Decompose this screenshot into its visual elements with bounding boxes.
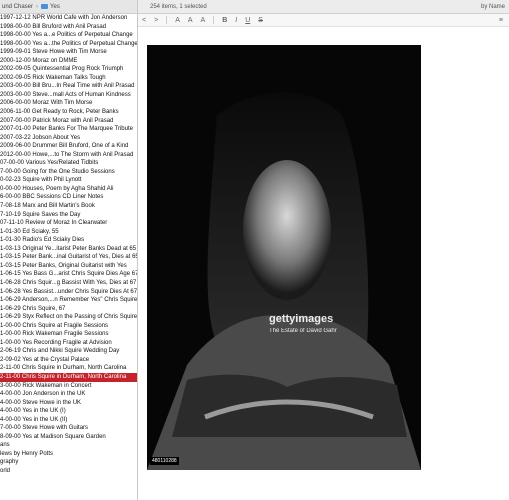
back-button[interactable]: < xyxy=(142,17,146,24)
list-item[interactable]: 2006-11-00 Get Ready to Rock, Peter Bank… xyxy=(0,108,137,117)
list-item[interactable]: 1998-00-00 Bill Bruford with Anil Prasad xyxy=(0,23,137,32)
list-item[interactable]: orld xyxy=(0,467,137,476)
font-size-large-button[interactable]: A xyxy=(201,17,206,24)
toolbar-divider xyxy=(166,16,168,24)
list-item[interactable]: 1-06-28 Chris Squir...g Bassist With Yes… xyxy=(0,279,137,288)
list-item[interactable]: lews by Henry Potts xyxy=(0,450,137,459)
list-item[interactable]: 07-00-00 Various Yes/Related Tidbits xyxy=(0,159,137,168)
list-item[interactable]: 4-00-00 Jon Anderson in the UK xyxy=(0,390,137,399)
list-item[interactable]: 2009-06-00 Drummer Bill Bruford, One of … xyxy=(0,142,137,151)
list-item[interactable]: 2003-00-00 Steve...mall Acts of Human Ki… xyxy=(0,91,137,100)
list-item[interactable]: 4-00-00 Yes in the UK (I) xyxy=(0,407,137,416)
list-item[interactable]: 3-00-00 Rick Wakeman in Concert xyxy=(0,382,137,391)
sort-menu[interactable]: by Name xyxy=(481,4,505,10)
list-item[interactable]: 1-00-00 Yes Recording Fragile at Advisio… xyxy=(0,339,137,348)
list-item[interactable]: 0-00-00 Houses, Poem by Agha Shahid Ali xyxy=(0,185,137,194)
list-item[interactable]: 2006-00-00 Moraz With Tim Morse xyxy=(0,99,137,108)
list-item[interactable]: 1-00-00 Chris Squire at Fragile Sessions xyxy=(0,322,137,331)
bold-button[interactable]: B xyxy=(222,17,227,24)
list-item[interactable]: 7-08-18 Marx and Bill Martin's Book xyxy=(0,202,137,211)
photo-id-label: 480110288 xyxy=(150,457,179,465)
list-item[interactable]: 1-01-30 Radio's Ed Sciaky Dies xyxy=(0,236,137,245)
list-item[interactable]: 2007-00-00 Patrick Moraz with Anil Prasa… xyxy=(0,117,137,126)
list-item[interactable]: 4-00-00 Steve Howe in the UK xyxy=(0,399,137,408)
format-toolbar: < > A A A B I U S ≡ xyxy=(138,14,509,27)
list-item[interactable]: 1-06-29 Chris Squire, 67 xyxy=(0,305,137,314)
list-item[interactable]: 2-11-00 Chris Squire in Durham, North Ca… xyxy=(0,364,137,373)
strikethrough-button[interactable]: S xyxy=(258,17,263,24)
list-item[interactable]: 1-06-29 Anderson,...n Remember Yes" Chri… xyxy=(0,296,137,305)
list-item[interactable]: 1999-09-01 Steve Howe with Tim Morse xyxy=(0,48,137,57)
folder-icon xyxy=(41,4,49,9)
list-item[interactable]: 7-10-19 Squire Saves the Day xyxy=(0,211,137,220)
getty-watermark: gettyimages xyxy=(269,313,334,325)
app-window: und Chaser › Yes 1997-12-12 NPR World Ca… xyxy=(0,0,509,500)
notes-list-pane: und Chaser › Yes 1997-12-12 NPR World Ca… xyxy=(0,0,138,500)
portrait-image xyxy=(147,45,421,470)
list-item[interactable]: 2-11-00 Chris Squire in Durham, North Ca… xyxy=(0,372,137,382)
list-item[interactable]: 1-03-13 Original Ye...itarist Peter Bank… xyxy=(0,245,137,254)
breadcrumb-current[interactable]: Yes xyxy=(50,4,60,10)
underline-button[interactable]: U xyxy=(245,17,250,24)
item-count: 254 items, 1 selected xyxy=(150,3,207,10)
list-item[interactable]: 2002-09-05 Quintessential Prog Rock Triu… xyxy=(0,65,137,74)
list-item[interactable]: 1-06-15 Yes Bass G...arist Chris Squire … xyxy=(0,270,137,279)
align-menu-icon[interactable]: ≡ xyxy=(499,17,503,24)
list-item[interactable]: 2000-12-00 Moraz on DMME xyxy=(0,57,137,66)
notes-list: 1997-12-12 NPR World Cafe with Jon Ander… xyxy=(0,14,137,476)
list-item[interactable]: 1-00-00 Rick Wakeman Fragile Sessions xyxy=(0,330,137,339)
list-item[interactable]: 2007-03-22 Jobson About Yes xyxy=(0,134,137,143)
list-item[interactable]: 0-02-23 Squire with Phil Lynott xyxy=(0,176,137,185)
list-item[interactable]: 1998-00-00 Yes a...e Politics of Perpetu… xyxy=(0,31,137,40)
font-size-small-button[interactable]: A xyxy=(175,17,180,24)
list-item[interactable]: 07-11-10 Review of Moraz In Clearwater xyxy=(0,219,137,228)
photo-credit: The Estate of David Gahr xyxy=(269,328,337,334)
list-item[interactable]: 1-03-15 Peter Banks, Original Guitarist … xyxy=(0,262,137,271)
list-item[interactable]: 2-09-02 Yes at the Crystal Palace xyxy=(0,356,137,365)
list-item[interactable]: 1-01-30 Ed Sciaky, 55 xyxy=(0,228,137,237)
list-item[interactable]: 7-00-00 Steve Howe with Guitars xyxy=(0,424,137,433)
list-item[interactable]: 2002-09-05 Rick Wakeman Talks Tough xyxy=(0,74,137,83)
status-bar: 254 items, 1 selected by Name xyxy=(138,0,509,14)
font-size-medium-button[interactable]: A xyxy=(188,17,193,24)
photo: gettyimages The Estate of David Gahr 480… xyxy=(147,45,421,470)
list-item[interactable]: 7-00-00 Going for the One Studio Session… xyxy=(0,168,137,177)
list-item[interactable]: 4-00-00 Yes in the UK (II) xyxy=(0,416,137,425)
list-item[interactable]: graphy xyxy=(0,458,137,467)
list-item[interactable]: 1997-12-12 NPR World Cafe with Jon Ander… xyxy=(0,14,137,23)
list-item[interactable]: 2003-00-00 Bill Bru...In Real Time with … xyxy=(0,82,137,91)
list-item[interactable]: 1-06-29 Styx Reflect on the Passing of C… xyxy=(0,313,137,322)
left-breadcrumb: und Chaser › Yes xyxy=(0,0,137,14)
list-item[interactable]: 1-06-28 Yes Bassist...under Chris Squire… xyxy=(0,288,137,297)
list-item[interactable]: 2012-00-00 Howe,...to The Storm with Ani… xyxy=(0,151,137,160)
list-item[interactable]: 8-09-00 Yes at Madison Square Garden xyxy=(0,433,137,442)
toolbar-divider xyxy=(213,16,215,24)
list-item[interactable]: 6-00-00 BBC Sessions CD Liner Notes xyxy=(0,193,137,202)
list-item[interactable]: ans xyxy=(0,441,137,450)
list-item[interactable]: 1998-00-00 Yes a...the Politics of Perpe… xyxy=(0,40,137,49)
list-item[interactable]: 2-06-19 Chris and Nikki Squire Wedding D… xyxy=(0,347,137,356)
breadcrumb-separator: › xyxy=(36,3,39,10)
italic-button[interactable]: I xyxy=(235,17,237,24)
list-item[interactable]: 1-03-15 Peter Bank...inal Guitarist of Y… xyxy=(0,253,137,262)
breadcrumb-parent[interactable]: und Chaser xyxy=(0,4,33,10)
list-item[interactable]: 2007-01-00 Peter Banks For The Marquee T… xyxy=(0,125,137,134)
note-detail-pane: 254 items, 1 selected by Name < > A A A … xyxy=(138,0,509,500)
forward-button[interactable]: > xyxy=(154,17,158,24)
